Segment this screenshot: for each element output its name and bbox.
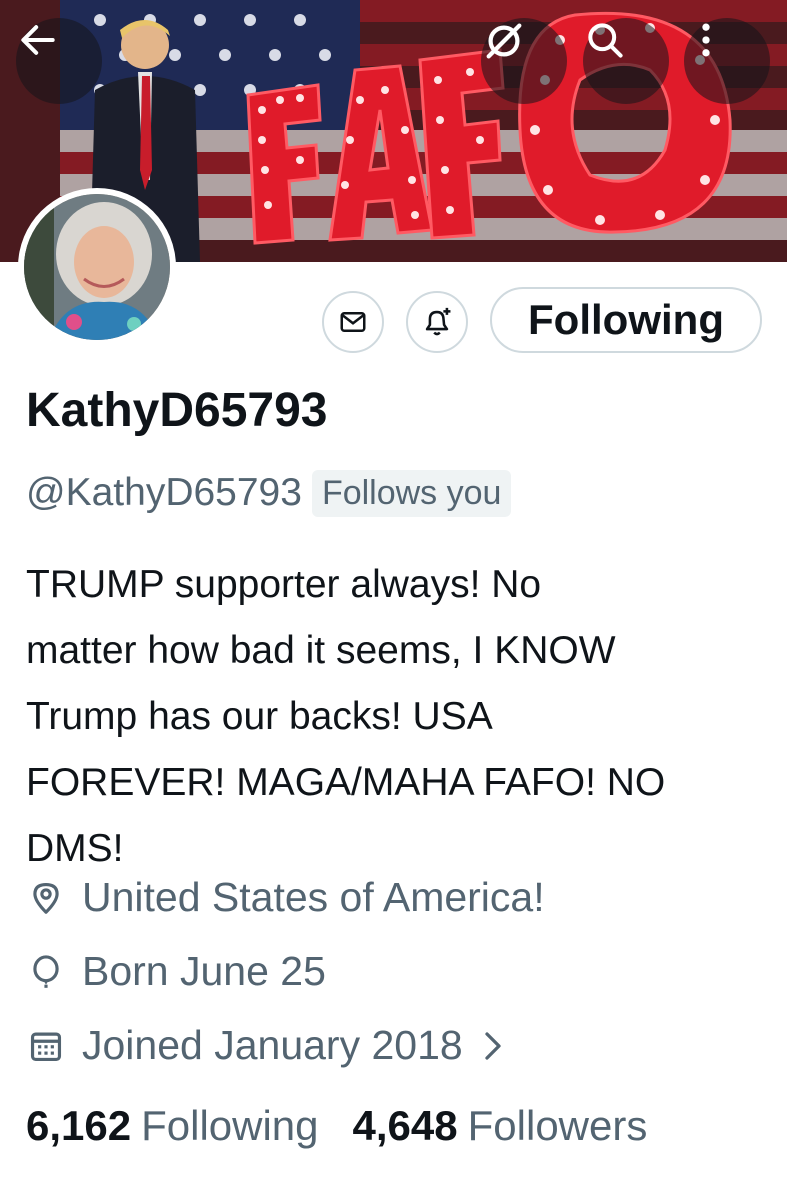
followers-stat[interactable]: 4,648 Followers [353, 1102, 648, 1150]
envelope-icon [340, 312, 366, 332]
following-label: Following [141, 1102, 319, 1149]
joined-row[interactable]: Joined January 2018 [26, 1022, 507, 1069]
followers-count: 4,648 [352, 1102, 458, 1149]
chevron-right-icon [485, 1031, 501, 1060]
birthday-text: Born June 25 [82, 948, 326, 994]
bio-line: TRUMP supporter always! No [26, 563, 542, 606]
display-name: KathyD65793 [26, 384, 328, 437]
grok-icon [486, 23, 522, 59]
bio: TRUMP supporter always! No matter how ba… [26, 552, 766, 882]
message-button[interactable] [322, 291, 384, 353]
search-icon [588, 23, 623, 58]
handle: @KathyD65793 [26, 471, 302, 514]
balloon-icon [33, 954, 59, 988]
bell-plus-icon [425, 307, 451, 336]
birthday-row: Born June 25 [26, 948, 326, 995]
location-text: United States of America! [82, 874, 545, 920]
following-count: 6,162 [26, 1102, 132, 1149]
more-button[interactable] [684, 18, 770, 104]
notifications-button[interactable] [406, 291, 468, 353]
follows-you-badge: Follows you [311, 469, 512, 517]
grok-button[interactable] [481, 18, 567, 104]
bio-line: DMS! [26, 827, 124, 870]
calendar-icon [30, 1032, 62, 1061]
followers-label: Followers [467, 1102, 648, 1149]
bio-line: matter how bad it seems, I KNOW [26, 629, 616, 672]
location-row: United States of America! [26, 874, 545, 921]
follow-stats: 6,162 Following 4,648 Followers [26, 1102, 647, 1150]
following-button[interactable]: Following [490, 287, 762, 353]
bio-line: FOREVER! MAGA/MAHA FAFO! NO [26, 761, 666, 804]
avatar[interactable] [18, 188, 176, 346]
location-pin-icon [33, 882, 59, 914]
more-vertical-icon [702, 23, 710, 57]
back-button[interactable] [16, 18, 102, 104]
handle-row: @KathyD65793 Follows you [26, 466, 512, 520]
search-button[interactable] [583, 18, 669, 104]
joined-text: Joined January 2018 [82, 1022, 463, 1068]
avatar-image [24, 194, 170, 340]
following-stat[interactable]: 6,162 Following [26, 1102, 319, 1150]
arrow-left-icon [21, 25, 55, 55]
bio-line: Trump has our backs! USA [26, 695, 493, 738]
